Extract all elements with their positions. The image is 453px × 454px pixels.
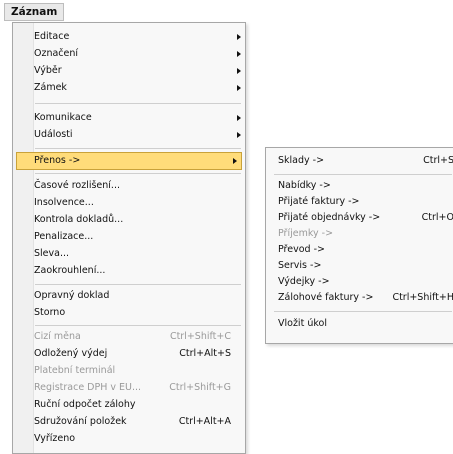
menu-item-label: Zaokrouhlení... — [34, 265, 106, 276]
submenu-item-shortcut: Ctrl+Shift+H — [392, 292, 453, 303]
menu-item-odlozeny-vydej[interactable]: Odložený výdej Ctrl+Alt+S — [13, 346, 245, 362]
menu-item-label: Komunikace — [34, 112, 92, 123]
submenu-arrow-icon — [237, 132, 241, 138]
menu-item-label: Výběr — [34, 65, 62, 76]
menu-item-prenos[interactable]: Přenos -> — [16, 152, 242, 170]
menu-item-shortcut: Ctrl+Alt+A — [178, 416, 231, 427]
menu-item-label: Odložený výdej — [34, 348, 108, 359]
menu-item-label: Ruční odpočet zálohy — [34, 399, 136, 410]
menu-item-shortcut: Ctrl+Shift+G — [169, 382, 231, 393]
submenu-item-shortcut: Ctrl+S — [423, 155, 453, 166]
menu-item-label: Cizí měna — [34, 331, 81, 342]
menu-item-label: Insolvence... — [34, 197, 94, 208]
menu-separator — [35, 325, 241, 326]
submenu-arrow-icon — [237, 51, 241, 57]
menu-separator — [35, 103, 241, 104]
submenu-item-nabidky[interactable]: Nabídky -> — [266, 178, 453, 194]
submenu-item-prijate-faktury[interactable]: Přijaté faktury -> — [266, 194, 453, 210]
menu-item-udalosti[interactable]: Události — [13, 127, 245, 143]
menu-item-label: Vyřízeno — [34, 433, 76, 444]
menu-item-komunikace[interactable]: Komunikace — [13, 110, 245, 126]
submenu-item-label: Přijaté faktury -> — [278, 196, 360, 207]
menu-item-oznaceni[interactable]: Označení — [13, 46, 245, 62]
menu-item-label: Sleva... — [34, 248, 70, 259]
menu-item-editace[interactable]: Editace — [13, 29, 245, 45]
menu-item-label: Zámek — [34, 82, 67, 93]
menu-bar: Záznam — [0, 0, 453, 22]
submenu-item-label: Přijaté objednávky -> — [278, 212, 381, 223]
submenu-item-label: Příjemky -> — [278, 228, 334, 239]
submenu-item-sklady[interactable]: Sklady -> Ctrl+S — [266, 153, 453, 169]
submenu-item-label: Převod -> — [278, 244, 325, 255]
menu-item-platebni-terminal[interactable]: Platební terminál — [13, 363, 245, 379]
menu-item-kontrola-dokladu[interactable]: Kontrola dokladů... — [13, 212, 245, 228]
menu-item-label: Registrace DPH v EU... — [34, 382, 142, 393]
menu-item-opravny-doklad[interactable]: Opravný doklad — [13, 288, 245, 304]
menu-item-sleva[interactable]: Sleva... — [13, 246, 245, 262]
menu-item-shortcut: Ctrl+Shift+C — [169, 331, 231, 342]
menu-item-label: Storno — [34, 307, 66, 318]
prenos-submenu: Sklady -> Ctrl+S Nabídky -> Přijaté fakt… — [265, 147, 453, 344]
menu-item-zaokrouhleni[interactable]: Zaokrouhlení... — [13, 263, 245, 279]
menu-item-vyber[interactable]: Výběr — [13, 63, 245, 79]
menu-separator — [35, 148, 241, 149]
submenu-item-label: Nabídky -> — [278, 180, 331, 191]
menu-separator — [274, 174, 452, 175]
submenu-arrow-icon — [233, 158, 237, 164]
submenu-item-label: Zálohové faktury -> — [278, 292, 374, 303]
menu-item-sdruzovani-polozek[interactable]: Sdružování položek Ctrl+Alt+A — [13, 414, 245, 430]
menu-separator — [35, 173, 241, 174]
menu-item-insolvence[interactable]: Insolvence... — [13, 195, 245, 211]
submenu-item-prijate-objednavky[interactable]: Přijaté objednávky -> Ctrl+O — [266, 210, 453, 226]
menu-item-rucni-odpocet-zalohy[interactable]: Ruční odpočet zálohy — [13, 397, 245, 413]
menu-item-label: Editace — [34, 31, 70, 42]
menu-item-zamek[interactable]: Zámek — [13, 80, 245, 96]
submenu-item-prijemky[interactable]: Příjemky -> — [266, 226, 453, 242]
submenu-item-label: Vložit úkol — [278, 318, 327, 329]
menu-item-shortcut: Ctrl+Alt+S — [179, 348, 231, 359]
menu-item-vyrizeno[interactable]: Vyřízeno — [13, 431, 245, 447]
submenu-item-shortcut: Ctrl+O — [421, 212, 453, 223]
submenu-arrow-icon — [237, 68, 241, 74]
menu-item-label: Platební terminál — [34, 365, 116, 376]
menu-item-label: Přenos -> — [34, 155, 81, 166]
submenu-item-label: Výdejky -> — [278, 276, 330, 287]
menu-item-registrace-dph[interactable]: Registrace DPH v EU... Ctrl+Shift+G — [13, 380, 245, 396]
menu-item-label: Opravný doklad — [34, 290, 110, 301]
menu-item-casove-rozliseni[interactable]: Časové rozlišení... — [13, 178, 245, 194]
submenu-arrow-icon — [237, 85, 241, 91]
menu-item-cizi-mena[interactable]: Cizí měna Ctrl+Shift+C — [13, 329, 245, 345]
menu-item-label: Časové rozlišení... — [34, 180, 120, 191]
menu-item-label: Kontrola dokladů... — [34, 214, 124, 225]
submenu-item-servis[interactable]: Servis -> — [266, 258, 453, 274]
menu-zaznam-label: Záznam — [11, 6, 58, 18]
menu-zaznam[interactable]: Záznam — [4, 3, 65, 21]
submenu-item-label: Servis -> — [278, 260, 322, 271]
menu-item-storno[interactable]: Storno — [13, 305, 245, 321]
menu-item-label: Události — [34, 129, 73, 140]
submenu-item-zalohove-faktury[interactable]: Zálohové faktury -> Ctrl+Shift+H — [266, 290, 453, 306]
menu-separator — [274, 311, 452, 312]
submenu-item-prevod[interactable]: Převod -> — [266, 242, 453, 258]
menu-item-label: Označení — [34, 48, 79, 59]
menu-item-label: Penalizace... — [34, 231, 94, 242]
menu-item-label: Sdružování položek — [34, 416, 127, 427]
menu-separator — [35, 284, 241, 285]
submenu-item-label: Sklady -> — [278, 155, 325, 166]
zaznam-dropdown-menu: Editace Označení Výběr Zámek Komunikace … — [12, 22, 246, 454]
menu-item-penalizace[interactable]: Penalizace... — [13, 229, 245, 245]
submenu-arrow-icon — [237, 115, 241, 121]
submenu-arrow-icon — [237, 34, 241, 40]
submenu-item-vlozit-ukol[interactable]: Vložit úkol — [266, 316, 453, 332]
submenu-item-vydejky[interactable]: Výdejky -> — [266, 274, 453, 290]
